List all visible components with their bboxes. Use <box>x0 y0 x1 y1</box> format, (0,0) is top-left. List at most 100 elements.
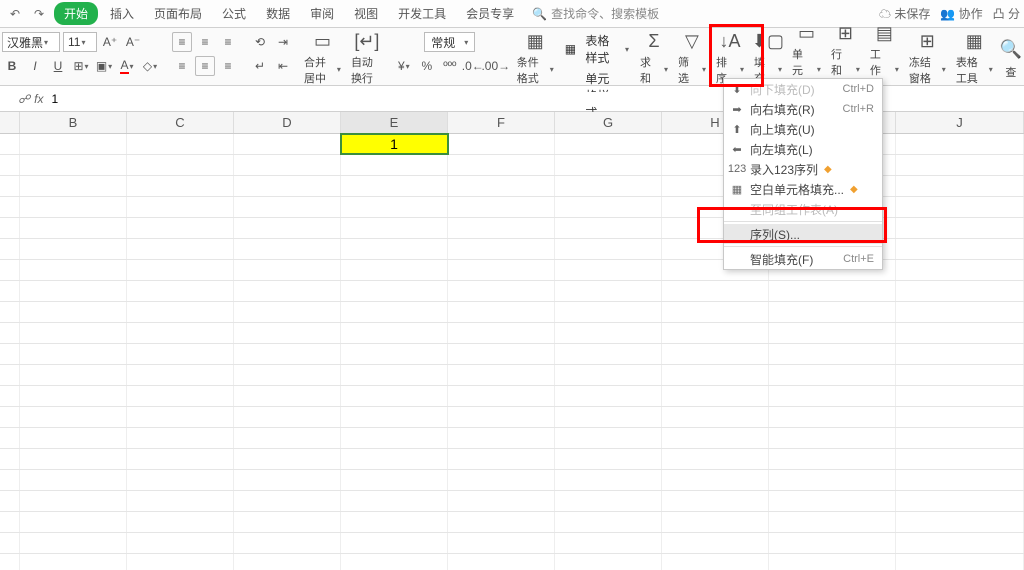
undo-icon[interactable]: ↶ <box>4 3 26 25</box>
cell[interactable] <box>769 407 896 427</box>
cell[interactable] <box>0 134 20 154</box>
cell[interactable] <box>234 302 341 322</box>
cell[interactable] <box>0 491 20 511</box>
col-header-E[interactable]: E <box>341 112 448 133</box>
cell[interactable] <box>662 386 769 406</box>
cell[interactable] <box>20 218 127 238</box>
cell[interactable] <box>234 428 341 448</box>
cell[interactable] <box>0 344 20 364</box>
cell[interactable] <box>448 386 555 406</box>
cell[interactable] <box>769 365 896 385</box>
cell[interactable] <box>234 554 341 570</box>
cell[interactable] <box>0 428 20 448</box>
cell[interactable] <box>896 512 1024 532</box>
cell[interactable] <box>448 407 555 427</box>
freeze-button[interactable]: ⊞ 冻结窗格▾ <box>904 32 951 84</box>
fill-menu-item[interactable]: 智能填充(F)Ctrl+E <box>724 249 882 269</box>
cell[interactable] <box>0 239 20 259</box>
cell[interactable] <box>769 344 896 364</box>
cell[interactable] <box>127 218 234 238</box>
cell[interactable] <box>127 155 234 175</box>
cell[interactable] <box>127 344 234 364</box>
cell[interactable] <box>127 197 234 217</box>
cell[interactable] <box>448 197 555 217</box>
fill-menu-item[interactable]: 123录入123序列◆ <box>724 159 882 179</box>
cell[interactable] <box>896 218 1024 238</box>
cell[interactable] <box>341 323 448 343</box>
cell[interactable] <box>448 491 555 511</box>
cell[interactable] <box>234 407 341 427</box>
cell[interactable] <box>896 260 1024 280</box>
cell[interactable] <box>896 554 1024 570</box>
cell[interactable] <box>896 407 1024 427</box>
tab-layout[interactable]: 页面布局 <box>146 2 210 25</box>
cell[interactable] <box>896 470 1024 490</box>
cell[interactable] <box>896 344 1024 364</box>
cell[interactable] <box>127 512 234 532</box>
cell[interactable] <box>127 365 234 385</box>
orientation-icon[interactable]: ⟲ <box>250 32 270 52</box>
cell[interactable] <box>127 239 234 259</box>
cell-format-button[interactable]: ▭ 单元格▾ <box>787 32 826 84</box>
cell[interactable] <box>896 491 1024 511</box>
collab-button[interactable]: 👥 协作 <box>940 5 982 22</box>
cell[interactable] <box>555 239 662 259</box>
cell[interactable] <box>341 155 448 175</box>
cell[interactable] <box>341 365 448 385</box>
cell[interactable] <box>234 134 341 154</box>
merge-center-button[interactable]: ▭ 合并居中▾ <box>299 32 346 84</box>
cell[interactable] <box>896 533 1024 553</box>
increase-indent-icon[interactable]: ⇥ <box>273 32 293 52</box>
cell[interactable] <box>127 428 234 448</box>
cell[interactable] <box>341 281 448 301</box>
cell[interactable] <box>234 512 341 532</box>
cell[interactable] <box>662 512 769 532</box>
tab-start[interactable]: 开始 <box>54 2 98 25</box>
cell[interactable] <box>662 491 769 511</box>
cell[interactable] <box>341 260 448 280</box>
cell[interactable] <box>555 470 662 490</box>
cell[interactable] <box>769 302 896 322</box>
cell[interactable] <box>127 407 234 427</box>
fill-menu-item[interactable]: ▦空白单元格填充...◆ <box>724 179 882 199</box>
col-header-D[interactable]: D <box>234 112 341 133</box>
table-tools-button[interactable]: ▦ 表格工具▾ <box>951 32 998 84</box>
cell[interactable] <box>234 323 341 343</box>
cell[interactable] <box>0 323 20 343</box>
cell[interactable] <box>448 155 555 175</box>
fill-color-icon[interactable]: ▣▾ <box>94 56 114 76</box>
cell[interactable] <box>0 365 20 385</box>
cell[interactable] <box>127 281 234 301</box>
cell[interactable] <box>555 260 662 280</box>
cell[interactable]: 1 <box>341 134 448 154</box>
cell[interactable] <box>448 554 555 570</box>
cell[interactable] <box>555 218 662 238</box>
cell[interactable] <box>769 470 896 490</box>
cell[interactable] <box>448 302 555 322</box>
cell[interactable] <box>20 365 127 385</box>
cell[interactable] <box>555 554 662 570</box>
cell[interactable] <box>0 260 20 280</box>
tab-review[interactable]: 审阅 <box>302 2 342 25</box>
font-name-combo[interactable]: 汉雅黑▾ <box>2 32 60 52</box>
cell[interactable] <box>0 512 20 532</box>
cell[interactable] <box>234 197 341 217</box>
tab-vip[interactable]: 会员专享 <box>458 2 522 25</box>
cell[interactable] <box>341 197 448 217</box>
cell[interactable] <box>769 554 896 570</box>
cell[interactable] <box>234 365 341 385</box>
cell[interactable] <box>0 407 20 427</box>
tab-view[interactable]: 视图 <box>346 2 386 25</box>
cell[interactable] <box>20 533 127 553</box>
font-color-icon[interactable]: A▾ <box>117 56 137 76</box>
table-style-button[interactable]: ▦ 表格样式▾ <box>565 32 629 66</box>
cell[interactable] <box>555 176 662 196</box>
cell[interactable] <box>662 407 769 427</box>
cond-format-button[interactable]: ▦ 条件格式▾ <box>512 32 559 84</box>
cell[interactable] <box>555 302 662 322</box>
cell[interactable] <box>448 176 555 196</box>
align-bottom-icon[interactable]: ≡ <box>218 32 238 52</box>
cell[interactable] <box>341 239 448 259</box>
cell[interactable] <box>555 407 662 427</box>
cell[interactable] <box>20 554 127 570</box>
